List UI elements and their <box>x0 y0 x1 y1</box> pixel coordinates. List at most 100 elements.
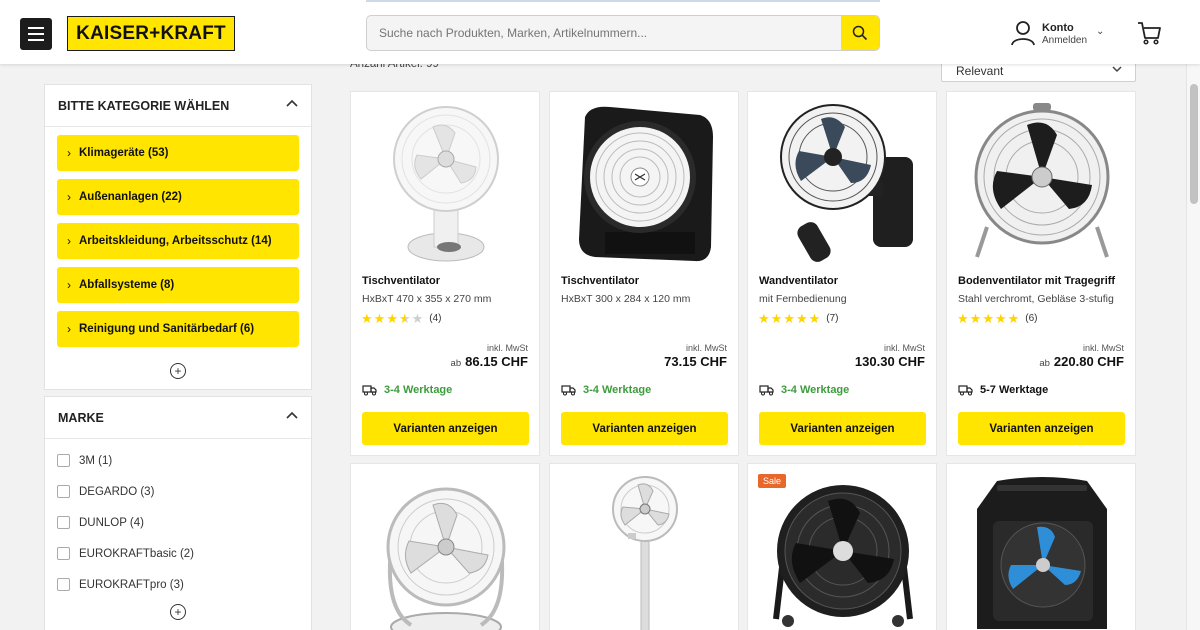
brand-label: DEGARDO (3) <box>79 485 155 498</box>
product-description: HxBxT 470 x 355 x 270 mm <box>362 293 492 305</box>
site-header: KAISER+KRAFT Konto Anmelden ⌄ <box>0 0 1200 64</box>
delivery-label: 3-4 Werktage <box>781 384 850 396</box>
category-panel-header[interactable]: BITTE KATEGORIE WÄHLEN <box>45 85 311 127</box>
star-icon: ★ <box>758 311 770 326</box>
product-card[interactable]: Tischventilator HxBxT 300 x 284 x 120 mm… <box>549 91 739 456</box>
standing-fan-image <box>612 476 678 630</box>
brand-filter-item[interactable]: 3M (1) <box>57 445 299 476</box>
category-item[interactable]: › Außenanlagen (22) <box>57 179 299 215</box>
chevron-right-icon: › <box>67 146 71 160</box>
search-input[interactable] <box>367 16 843 50</box>
search-icon <box>852 25 868 41</box>
brand-panel-header[interactable]: MARKE <box>45 397 311 439</box>
scrollbar-thumb[interactable] <box>1190 84 1198 204</box>
category-label: Klimageräte (53) <box>79 147 169 159</box>
review-count[interactable]: (7) <box>826 313 838 324</box>
product-card[interactable] <box>350 463 540 630</box>
show-variants-button[interactable]: Varianten anzeigen <box>759 412 926 445</box>
product-image[interactable] <box>947 92 1137 272</box>
checkbox[interactable] <box>57 485 70 498</box>
star-icon: ★ <box>783 311 795 326</box>
category-item[interactable]: › Arbeitskleidung, Arbeitsschutz (14) <box>57 223 299 259</box>
chevron-right-icon: › <box>67 234 71 248</box>
category-filter-panel: BITTE KATEGORIE WÄHLEN › Klimageräte (53)… <box>44 84 312 390</box>
star-half-icon: ★ <box>398 311 411 326</box>
star-rating: ★ ★ ★ ★ ★ (4) <box>361 312 442 325</box>
brand-panel-title: MARKE <box>58 411 104 425</box>
star-icon: ★ <box>386 311 398 326</box>
brand-filter-panel: MARKE 3M (1) DEGARDO (3) DUNLOP (4) EURO… <box>44 396 312 630</box>
brand-label: DUNLOP (4) <box>79 516 144 529</box>
star-rating: ★ ★ ★ ★ ★ (6) <box>957 312 1038 325</box>
checkbox[interactable] <box>57 516 70 529</box>
product-name[interactable]: Bodenventilator mit Tragegriff <box>958 275 1115 287</box>
star-icon: ★ <box>770 311 783 326</box>
box-fan-image <box>579 106 713 262</box>
show-variants-button[interactable]: Varianten anzeigen <box>561 412 728 445</box>
product-name[interactable]: Tischventilator <box>362 275 440 287</box>
product-card[interactable]: Bodenventilator mit Tragegriff Stahl ver… <box>946 91 1136 456</box>
checkbox[interactable] <box>57 547 70 560</box>
search-button[interactable] <box>841 16 879 50</box>
brand-filter-item[interactable]: DUNLOP (4) <box>57 507 299 538</box>
star-icon: ★ <box>808 311 821 326</box>
category-item[interactable]: › Reinigung und Sanitärbedarf (6) <box>57 311 299 347</box>
checkbox[interactable] <box>57 578 70 591</box>
product-card[interactable]: Wandventilator mit Fernbedienung ★ ★ ★ ★ ★ (… <box>747 91 937 456</box>
price-prefix: ab <box>450 358 462 369</box>
show-more-brands-icon[interactable]: + <box>170 604 186 620</box>
product-card[interactable] <box>549 463 739 630</box>
star-icon: ★ <box>795 311 808 326</box>
brand-filter-item[interactable]: EUROKRAFTbasic (2) <box>57 538 299 569</box>
brand-filter-item[interactable]: DEGARDO (3) <box>57 476 299 507</box>
product-card[interactable] <box>946 463 1136 630</box>
show-variants-button[interactable]: Varianten anzeigen <box>362 412 529 445</box>
product-image[interactable] <box>351 92 541 272</box>
product-image[interactable] <box>748 464 938 630</box>
product-image[interactable] <box>550 464 740 630</box>
product-name[interactable]: Tischventilator <box>561 275 639 287</box>
table-fan-image <box>393 106 499 262</box>
star-icon: ★ <box>994 311 1007 326</box>
page-scrollbar[interactable] <box>1186 64 1200 630</box>
chevron-up-icon <box>286 99 298 107</box>
product-name[interactable]: Wandventilator <box>759 275 838 287</box>
star-rating: ★ ★ ★ ★ ★ (7) <box>758 312 839 325</box>
product-card[interactable]: Sale <box>747 463 937 630</box>
product-image[interactable] <box>748 92 938 272</box>
product-image[interactable] <box>351 464 541 630</box>
star-icon: ★ <box>969 311 982 326</box>
category-label: Abfallsysteme (8) <box>79 279 175 291</box>
show-more-categories-icon[interactable]: + <box>170 363 186 379</box>
delivery-label: 3-4 Werktage <box>384 384 453 396</box>
brand-filter-item[interactable]: EUROKRAFTpro (3) <box>57 569 299 600</box>
delivery-truck-icon <box>362 385 377 396</box>
delivery-truck-icon <box>759 385 774 396</box>
account-menu[interactable]: Konto Anmelden ⌄ <box>1010 20 1110 50</box>
category-item[interactable]: › Abfallsysteme (8) <box>57 267 299 303</box>
category-item[interactable]: › Klimageräte (53) <box>57 135 299 171</box>
product-price: ab 220.80 CHF <box>1039 354 1124 369</box>
delivery-label: 3-4 Werktage <box>583 384 652 396</box>
product-description: mit Fernbedienung <box>759 293 847 305</box>
delivery-truck-icon <box>561 385 576 396</box>
review-count[interactable]: (4) <box>429 313 441 324</box>
show-variants-button[interactable]: Varianten anzeigen <box>958 412 1125 445</box>
product-image[interactable] <box>947 464 1137 630</box>
evaporative-cooler-image <box>977 477 1107 629</box>
delivery-time: 3-4 Werktage <box>362 384 452 396</box>
product-image[interactable] <box>550 92 740 272</box>
tax-note: inkl. MwSt <box>883 343 925 353</box>
product-description: Stahl verchromt, Gebläse 3-stufig <box>958 293 1114 305</box>
tax-note: inkl. MwSt <box>1082 343 1124 353</box>
delivery-time: 5-7 Werktage <box>958 384 1048 396</box>
delivery-label: 5-7 Werktage <box>980 384 1049 396</box>
user-icon <box>1011 21 1035 46</box>
review-count[interactable]: (6) <box>1025 313 1037 324</box>
product-card[interactable]: Tischventilator HxBxT 470 x 355 x 270 mm… <box>350 91 540 456</box>
site-logo[interactable]: KAISER+KRAFT <box>67 16 235 51</box>
hamburger-menu-icon[interactable] <box>20 18 52 50</box>
star-icon: ★ <box>373 311 386 326</box>
checkbox[interactable] <box>57 454 70 467</box>
shopping-cart-icon[interactable] <box>1136 20 1162 51</box>
